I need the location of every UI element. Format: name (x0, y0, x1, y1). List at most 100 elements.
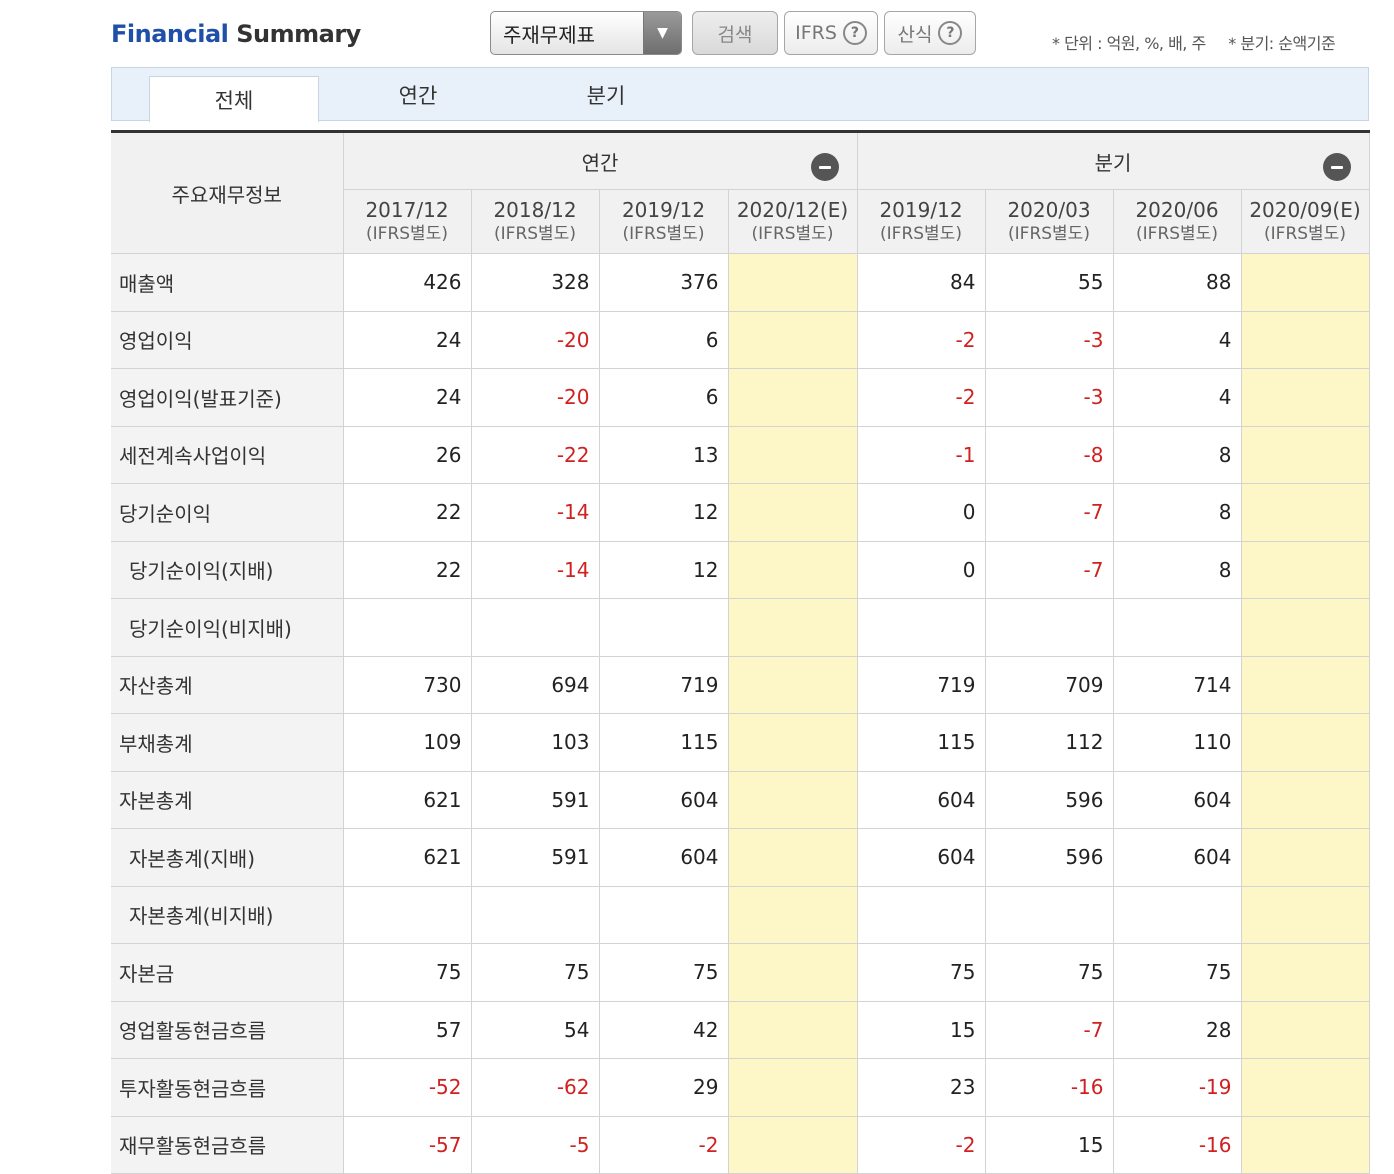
period-date: 2020/06 (1135, 197, 1219, 222)
value-cell (727, 1000, 858, 1059)
value-cell: 730 (342, 655, 472, 714)
value-cell (856, 598, 986, 657)
value-cell: 12 (598, 540, 729, 599)
page-title: Financial Summary (111, 20, 361, 48)
value-cell: 75 (856, 943, 986, 1002)
value-cell: 75 (984, 943, 1114, 1002)
statement-type-select[interactable]: 주재무제표 ▼ (490, 11, 682, 55)
value-cell: 29 (598, 1058, 729, 1117)
value-cell: 694 (470, 655, 600, 714)
value-cell: -2 (856, 368, 986, 427)
value-cell (727, 655, 858, 714)
unit-notes: * 단위 : 억원, %, 배, 주 * 분기: 순액기준 (1052, 30, 1336, 54)
row-label: 세전계속사업이익 (111, 425, 344, 484)
value-cell: -16 (984, 1058, 1114, 1117)
value-cell (1240, 770, 1370, 829)
value-cell (727, 425, 858, 484)
row-label: 당기순이익 (111, 483, 344, 542)
financial-summary-table: 주요재무정보 연간 분기 2017/12 (IFRS별도) 2018/12 (IFRS… (111, 130, 1370, 1174)
value-cell: 4 (1112, 368, 1242, 427)
triangle-down-icon[interactable]: ▼ (643, 12, 681, 54)
value-cell: 426 (342, 253, 472, 312)
value-cell: 24 (342, 310, 472, 369)
value-cell: 75 (1112, 943, 1242, 1002)
value-cell: 328 (470, 253, 600, 312)
row-label: 당기순이익(지배) (111, 540, 344, 599)
value-cell (598, 885, 729, 944)
table-row: 당기순이익(지배) 22 -14 12 0 -7 8 (111, 540, 1370, 599)
title-summary: Summary (236, 20, 361, 48)
value-cell: -52 (342, 1058, 472, 1117)
value-cell (727, 828, 858, 887)
value-cell: 115 (856, 713, 986, 772)
value-cell: 88 (1112, 253, 1242, 312)
period-date: 2018/12 (493, 197, 577, 222)
value-cell: 75 (598, 943, 729, 1002)
table-body: 매출액 426 328 376 84 55 88 영업이익 24 -20 6 -2 -3 4 영업이익(발표… (111, 253, 1370, 1174)
value-cell: 26 (342, 425, 472, 484)
value-cell (1112, 598, 1242, 657)
group-label-quarterly: 분기 (1094, 150, 1132, 175)
value-cell: 604 (598, 828, 729, 887)
period-header: 2020/06 (IFRS별도) (1112, 189, 1242, 254)
title-financial: Financial (111, 20, 229, 48)
value-cell (1240, 828, 1370, 887)
table-row: 자본금 75 75 75 75 75 75 (111, 943, 1370, 1002)
value-cell (984, 598, 1114, 657)
value-cell (727, 598, 858, 657)
value-cell: 604 (1112, 770, 1242, 829)
search-button[interactable]: 검색 (692, 11, 778, 55)
value-cell: 376 (598, 253, 729, 312)
value-cell: -1 (856, 425, 986, 484)
value-cell: -2 (856, 310, 986, 369)
row-label: 자본총계(비지배) (111, 885, 344, 944)
table-row: 매출액 426 328 376 84 55 88 (111, 253, 1370, 312)
period-date: 2020/12(E) (736, 197, 849, 222)
value-cell: 13 (598, 425, 729, 484)
value-cell (727, 1058, 858, 1117)
row-label: 자본총계 (111, 770, 344, 829)
value-cell: 115 (598, 713, 729, 772)
value-cell: 75 (342, 943, 472, 1002)
period-basis: (IFRS별도) (366, 223, 448, 244)
value-cell: 709 (984, 655, 1114, 714)
value-cell (727, 1115, 858, 1174)
tab-annual[interactable]: 연간 (328, 68, 508, 121)
value-cell: 8 (1112, 540, 1242, 599)
formula-label: 산식 (897, 23, 933, 46)
period-basis: (IFRS별도) (622, 223, 705, 244)
period-header: 2017/12 (IFRS별도) (342, 189, 472, 254)
period-basis: (IFRS별도) (1008, 223, 1090, 244)
formula-help-button[interactable]: 산식 ? (884, 11, 976, 55)
value-cell: 75 (470, 943, 600, 1002)
row-label: 자본총계(지배) (111, 828, 344, 887)
row-label: 영업활동현금흐름 (111, 1000, 344, 1059)
table-row: 영업이익(발표기준) 24 -20 6 -2 -3 4 (111, 368, 1370, 427)
minus-circle-icon[interactable] (1322, 153, 1351, 181)
value-cell: 719 (598, 655, 729, 714)
value-cell (1240, 540, 1370, 599)
period-header: 2019/12 (IFRS별도) (856, 189, 986, 254)
value-cell: 84 (856, 253, 986, 312)
tab-quarterly[interactable]: 분기 (516, 68, 696, 121)
value-cell: 24 (342, 368, 472, 427)
ifrs-help-button[interactable]: IFRS ? (784, 11, 878, 55)
value-cell (1240, 425, 1370, 484)
value-cell (1240, 483, 1370, 542)
value-cell: 604 (856, 828, 986, 887)
table-row: 부채총계 109 103 115 115 112 110 (111, 713, 1370, 772)
value-cell (342, 885, 472, 944)
group-header-annual: 연간 (342, 131, 858, 190)
row-label: 영업이익 (111, 310, 344, 369)
period-date: 2019/12 (621, 197, 706, 222)
value-cell: 596 (984, 770, 1114, 829)
minus-circle-icon[interactable] (810, 153, 839, 181)
value-cell: 591 (470, 828, 600, 887)
value-cell: 55 (984, 253, 1114, 312)
ifrs-label: IFRS (795, 22, 837, 44)
tab-all[interactable]: 전체 (149, 76, 319, 122)
row-label: 투자활동현금흐름 (111, 1058, 344, 1117)
period-date: 2019/12 (879, 197, 963, 222)
value-cell: -2 (856, 1115, 986, 1174)
value-cell: -2 (598, 1115, 729, 1174)
